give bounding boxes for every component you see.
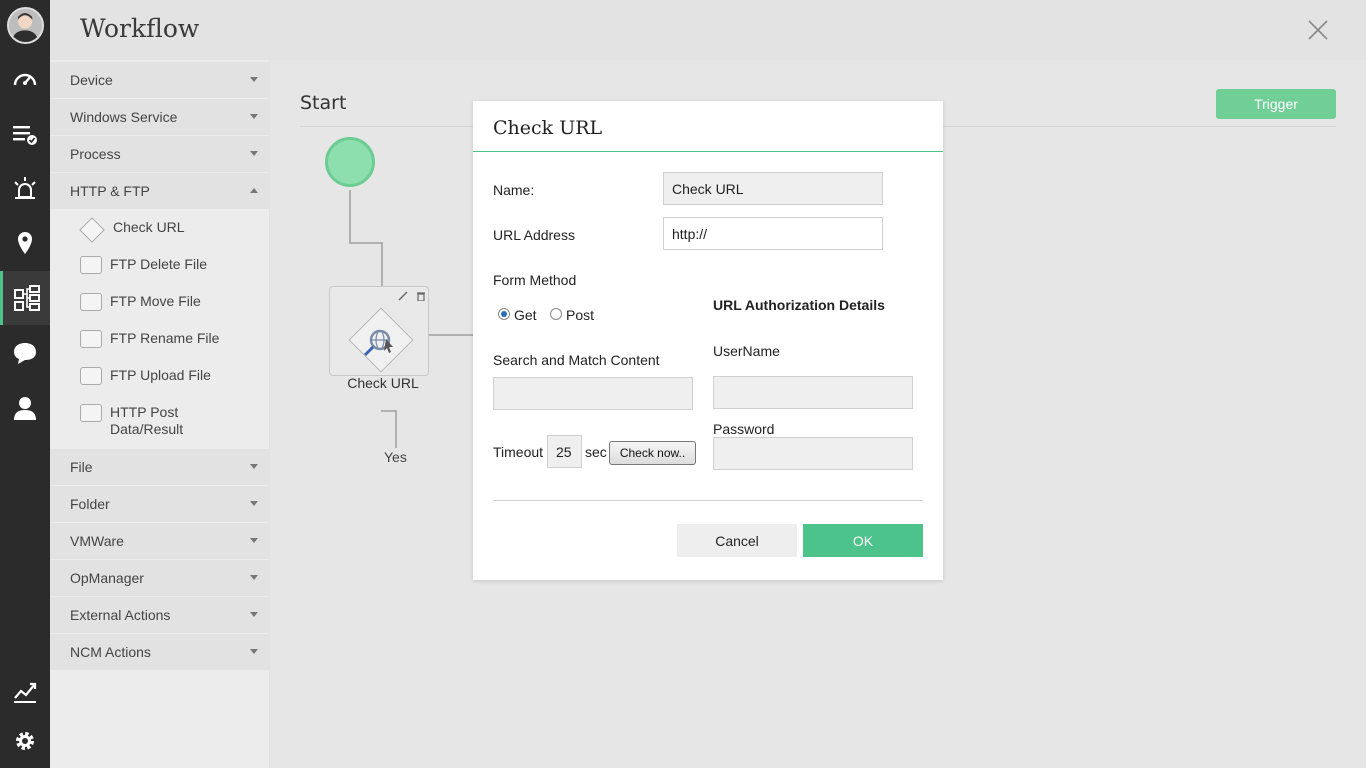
username-input[interactable] (713, 376, 913, 409)
box-icon (80, 404, 102, 422)
item-ftp-upload-file[interactable]: FTP Upload File (80, 367, 211, 385)
password-input[interactable] (713, 437, 913, 470)
get-label: Get (514, 307, 537, 323)
post-label: Post (566, 307, 595, 323)
box-icon (80, 367, 102, 385)
page-header: Workflow (50, 0, 1366, 60)
caret-down-icon (250, 114, 258, 119)
box-icon (80, 256, 102, 274)
search-input[interactable] (493, 377, 693, 410)
check-url-dialog: Check URL Name: Check URL URL Address ht… (473, 101, 943, 580)
connector-line (429, 334, 473, 336)
inventory-nav[interactable] (0, 108, 50, 162)
dashboard-nav[interactable] (0, 52, 50, 106)
messages-nav[interactable] (0, 326, 50, 380)
page-title: Workflow (80, 14, 200, 43)
chart-trend-icon (14, 682, 37, 703)
search-label: Search and Match Content (493, 352, 660, 368)
diamond-icon (79, 217, 105, 243)
category-device[interactable]: Device (50, 62, 270, 98)
timeout-input[interactable]: 25 (547, 435, 582, 468)
item-check-url[interactable]: Check URL (79, 217, 185, 243)
action-palette: Device Windows Service Process HTTP & FT… (50, 60, 270, 768)
caret-down-icon (250, 501, 258, 506)
start-node[interactable] (325, 137, 375, 187)
timeout-unit: sec (585, 444, 607, 460)
caret-down-icon (250, 77, 258, 82)
canvas-title: Start (300, 92, 347, 114)
connector-line (349, 242, 383, 244)
settings-nav[interactable] (0, 714, 50, 768)
chat-bubble-icon (14, 343, 36, 364)
speedometer-icon (13, 73, 37, 86)
branch-yes-label: Yes (384, 449, 407, 465)
category-file[interactable]: File (50, 449, 270, 485)
trash-icon[interactable] (416, 291, 426, 301)
category-process[interactable]: Process (50, 136, 270, 172)
reports-nav[interactable] (0, 665, 50, 719)
box-icon (80, 330, 102, 348)
caret-down-icon (250, 464, 258, 469)
trigger-button[interactable]: Trigger (1216, 89, 1336, 119)
dialog-title: Check URL (493, 117, 603, 139)
caret-down-icon (250, 612, 258, 617)
category-vmware[interactable]: VMWare (50, 523, 270, 559)
item-ftp-delete-file[interactable]: FTP Delete File (80, 256, 207, 274)
post-radio[interactable] (550, 308, 562, 320)
url-input[interactable]: http:// (663, 217, 883, 250)
category-ncm-actions[interactable]: NCM Actions (50, 634, 270, 670)
caret-down-icon (250, 649, 258, 654)
caret-up-icon (250, 188, 258, 193)
url-search-icon (363, 329, 393, 357)
url-label: URL Address (493, 227, 575, 243)
gear-icon (16, 732, 34, 750)
dialog-footer-divider (493, 500, 923, 501)
caret-down-icon (250, 151, 258, 156)
avatar[interactable] (7, 7, 44, 44)
auth-heading: URL Authorization Details (713, 297, 885, 313)
location-pin-icon (18, 232, 32, 254)
node-label: Check URL (347, 375, 419, 391)
item-ftp-move-file[interactable]: FTP Move File (80, 293, 201, 311)
check-url-node[interactable] (329, 286, 429, 376)
item-http-post-data[interactable]: HTTP Post Data/Result (80, 404, 200, 438)
close-icon[interactable] (1306, 18, 1330, 42)
left-rail (0, 0, 50, 768)
timeout-label: Timeout (493, 444, 544, 460)
edit-icon[interactable] (398, 291, 408, 301)
item-ftp-rename-file[interactable]: FTP Rename File (80, 330, 219, 348)
password-label: Password (713, 421, 775, 437)
category-opmanager[interactable]: OpManager (50, 560, 270, 596)
users-nav[interactable] (0, 381, 50, 435)
list-check-icon (13, 126, 37, 145)
workflow-nav[interactable] (0, 271, 50, 325)
username-label: UserName (713, 343, 780, 359)
cancel-button[interactable]: Cancel (677, 524, 797, 557)
category-http-ftp[interactable]: HTTP & FTP (50, 173, 270, 209)
connector-line (349, 190, 351, 243)
connector-line (381, 410, 397, 412)
box-icon (80, 293, 102, 311)
caret-down-icon (250, 538, 258, 543)
user-icon (14, 397, 36, 420)
maps-nav[interactable] (0, 216, 50, 270)
ok-button[interactable]: OK (803, 524, 923, 557)
form-method-label: Form Method (493, 272, 577, 288)
connector-line (395, 410, 397, 448)
user-avatar-icon (9, 9, 42, 42)
name-input[interactable]: Check URL (663, 172, 883, 205)
caret-down-icon (250, 575, 258, 580)
check-now-button[interactable]: Check now.. (609, 441, 696, 465)
category-external-actions[interactable]: External Actions (50, 597, 270, 633)
alarms-nav[interactable] (0, 162, 50, 216)
workflow-icon (13, 285, 40, 311)
connector-line (381, 242, 383, 286)
category-windows-service[interactable]: Windows Service (50, 99, 270, 135)
get-radio[interactable] (498, 308, 510, 320)
dialog-title-divider (473, 151, 943, 152)
name-label: Name: (493, 182, 535, 198)
category-folder[interactable]: Folder (50, 486, 270, 522)
alarm-icon (14, 177, 36, 199)
